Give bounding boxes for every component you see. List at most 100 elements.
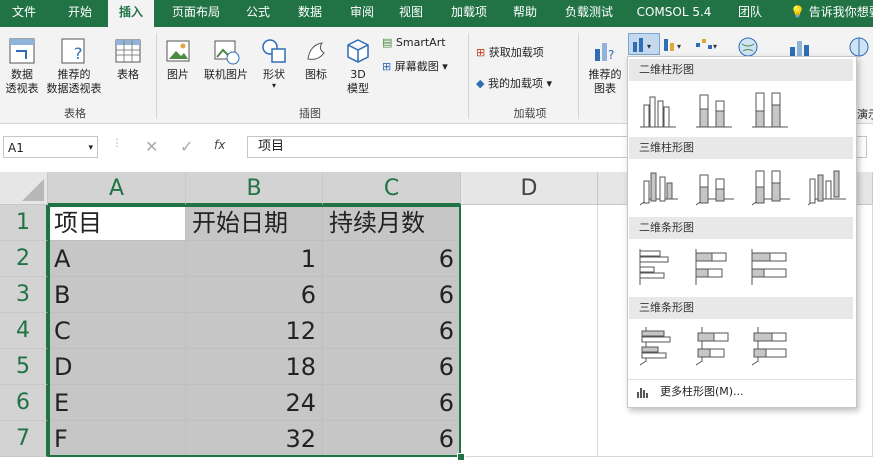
cell-a7[interactable]: F [48, 421, 186, 457]
tab-addins[interactable]: 加载项 [443, 0, 495, 27]
cell-b3[interactable]: 6 [186, 277, 323, 313]
column-chart-button[interactable]: ▾ [628, 33, 660, 55]
bar-line-chart-icon: ▾ [664, 39, 681, 51]
100-stacked-column-icon[interactable] [748, 87, 792, 131]
tab-formulas[interactable]: 公式 [236, 0, 280, 27]
tell-me-text: 告诉我你想要 [808, 5, 873, 19]
pivot-table-button[interactable]: 数据 透视表 [2, 37, 42, 96]
3d-stacked-bar-icon[interactable] [692, 325, 736, 369]
ribbon-tab-bar: 文件 开始 插入 页面布局 公式 数据 审阅 视图 加载项 帮助 负载测试 CO… [0, 0, 873, 27]
tab-data[interactable]: 数据 [288, 0, 332, 27]
cell-b1[interactable]: 开始日期 [186, 205, 323, 241]
cell-c7[interactable]: 6 [323, 421, 461, 457]
3d-100-stacked-bar-icon[interactable] [748, 325, 792, 369]
cell-b7[interactable]: 32 [186, 421, 323, 457]
column-header-b[interactable]: B [186, 172, 323, 205]
name-box[interactable]: A1 ▾ [3, 136, 98, 158]
tab-view[interactable]: 视图 [392, 0, 430, 27]
column-chart-menu: 二维柱形图 三维柱形图 二维条形图 三维条形图 更多柱形图(M)... [627, 56, 857, 408]
column-header-a[interactable]: A [48, 172, 186, 205]
3d-clustered-column-icon[interactable] [636, 165, 680, 209]
3d-column-icon[interactable] [804, 165, 848, 209]
clustered-column-icon[interactable] [636, 87, 680, 131]
3d-stacked-column-icon[interactable] [692, 165, 736, 209]
table-button[interactable]: 表格 [108, 37, 148, 82]
cell-a2[interactable]: A [48, 241, 186, 277]
column-chart-icon: ▾ [633, 38, 651, 52]
tab-team[interactable]: 团队 [728, 0, 772, 27]
3d-100-stacked-column-icon[interactable] [748, 165, 792, 209]
more-column-charts-link[interactable]: 更多柱形图(M)... [628, 379, 854, 403]
empty-cells-d[interactable] [461, 205, 598, 457]
cell-c4[interactable]: 6 [323, 313, 461, 349]
stacked-column-icon[interactable] [692, 87, 736, 131]
chevron-down-icon: ▾ [271, 81, 276, 90]
row-header-4[interactable]: 4 [0, 313, 48, 349]
hierarchy-chart-button[interactable]: ▾ [694, 35, 722, 53]
smartart-button[interactable]: ▤ SmartArt [382, 36, 446, 49]
row-header-2[interactable]: 2 [0, 241, 48, 277]
row-header-1[interactable]: 1 [0, 205, 48, 241]
cell-a3[interactable]: B [48, 277, 186, 313]
select-all-triangle-icon [22, 179, 44, 201]
row-header-3[interactable]: 3 [0, 277, 48, 313]
section-3d-bar: 三维条形图 [629, 297, 853, 319]
tab-home[interactable]: 开始 [55, 0, 105, 27]
column-header-c[interactable]: C [323, 172, 461, 205]
select-all-corner[interactable] [0, 172, 48, 205]
icons-label: 图标 [305, 68, 327, 81]
get-addins-label: 获取加载项 [488, 46, 544, 59]
cell-a6[interactable]: E [48, 385, 186, 421]
tab-load-test[interactable]: 负载测试 [556, 0, 622, 27]
tab-help[interactable]: 帮助 [503, 0, 547, 27]
recommended-charts-button[interactable]: ? 推荐的 图表 [584, 37, 626, 96]
tab-file[interactable]: 文件 [0, 0, 48, 27]
row-header-5[interactable]: 5 [0, 349, 48, 385]
shapes-button[interactable]: 形状 ▾ [256, 37, 292, 90]
cell-b5[interactable]: 18 [186, 349, 323, 385]
recommended-charts-icon: ? [595, 43, 614, 62]
more-options-icon[interactable]: ⋮ [112, 138, 122, 149]
cell-b4[interactable]: 12 [186, 313, 323, 349]
cell-a1[interactable]: 项目 [48, 205, 186, 241]
cell-c6[interactable]: 6 [323, 385, 461, 421]
hierarchy-chart-icon: ▾ [696, 39, 717, 51]
3d-clustered-bar-icon[interactable] [636, 325, 680, 369]
cell-c5[interactable]: 6 [323, 349, 461, 385]
cell-b2[interactable]: 1 [186, 241, 323, 277]
pivot-table-label: 数据 透视表 [5, 68, 39, 95]
icons-icon [307, 42, 325, 60]
screenshot-button[interactable]: ⊞ 屏幕截图 ▾ [382, 58, 448, 74]
insert-function-icon[interactable]: fx [214, 138, 225, 152]
my-addins-button[interactable]: ◆ 我的加载项 ▾ [476, 75, 552, 91]
cell-b6[interactable]: 24 [186, 385, 323, 421]
tell-me-box[interactable]: 💡 告诉我你想要 [790, 0, 873, 27]
stacked-bar-icon[interactable] [692, 245, 736, 289]
3d-model-button[interactable]: 3D 模型 [340, 37, 376, 96]
cell-c1[interactable]: 持续月数 [323, 205, 461, 241]
cell-a4[interactable]: C [48, 313, 186, 349]
cell-c2[interactable]: 6 [323, 241, 461, 277]
tab-insert[interactable]: 插入 [108, 0, 154, 27]
clustered-bar-icon[interactable] [636, 245, 680, 289]
picture-button[interactable]: 图片 [160, 37, 196, 82]
fill-handle[interactable] [457, 453, 465, 461]
row-header-7[interactable]: 7 [0, 421, 48, 457]
table-icon [115, 39, 141, 63]
tab-review[interactable]: 审阅 [340, 0, 384, 27]
recommended-pivot-button[interactable]: ? 推荐的 数据透视表 [45, 37, 103, 96]
100-stacked-bar-icon[interactable] [748, 245, 792, 289]
cell-c3[interactable]: 6 [323, 277, 461, 313]
line-chart-button[interactable]: ▾ [662, 35, 688, 53]
icons-button[interactable]: 图标 [298, 37, 334, 82]
cancel-icon[interactable]: ✕ [145, 137, 158, 156]
svg-text:▾: ▾ [647, 42, 651, 51]
tab-page-layout[interactable]: 页面布局 [165, 0, 227, 27]
get-addins-button[interactable]: ⊞ 获取加载项 [476, 44, 544, 60]
enter-icon[interactable]: ✓ [180, 137, 193, 156]
online-picture-button[interactable]: 联机图片 [200, 37, 252, 82]
tab-comsol[interactable]: COMSOL 5.4 [632, 0, 716, 27]
column-header-d[interactable]: D [461, 172, 598, 205]
cell-a5[interactable]: D [48, 349, 186, 385]
row-header-6[interactable]: 6 [0, 385, 48, 421]
